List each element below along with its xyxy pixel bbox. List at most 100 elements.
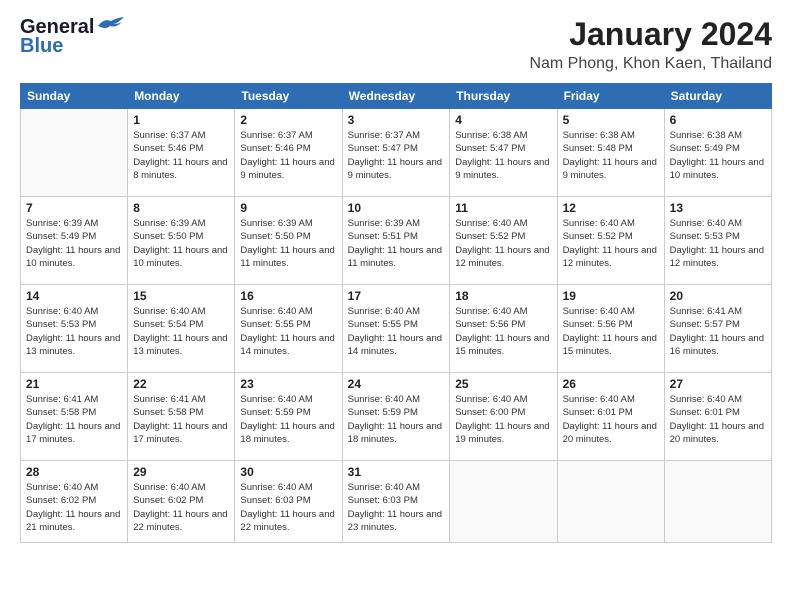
day-info: Sunrise: 6:38 AMSunset: 5:48 PMDaylight:… (563, 129, 659, 182)
daylight-text: Daylight: 11 hours and 21 minutes. (26, 509, 120, 533)
day-number: 7 (26, 201, 122, 215)
day-info: Sunrise: 6:41 AMSunset: 5:58 PMDaylight:… (26, 393, 122, 446)
day-info: Sunrise: 6:38 AM Sunset: 5:47 PM Daylight:… (455, 129, 551, 182)
daylight-text: Daylight: 11 hours and 20 minutes. (563, 421, 657, 445)
table-row: 29 Sunrise: 6:40 AMSunset: 6:02 PMDayligh… (128, 461, 235, 543)
sunset-text: Sunset: 5:47 PM (455, 143, 525, 154)
sunset-text: Sunset: 5:48 PM (563, 143, 633, 154)
sunrise-text: Sunrise: 6:40 AM (670, 218, 742, 229)
table-row: 2Sunrise: 6:37 AMSunset: 5:46 PMDaylight… (235, 109, 342, 197)
sunrise-text: Sunrise: 6:40 AM (455, 394, 527, 405)
day-info: Sunrise: 6:40 AMSunset: 6:00 PMDaylight:… (455, 393, 551, 446)
daylight-text: Daylight: 11 hours and 15 minutes. (455, 333, 549, 357)
table-row: 24Sunrise: 6:40 AMSunset: 5:59 PMDayligh… (342, 373, 450, 461)
sunrise-text: Sunrise: 6:39 AM (133, 218, 205, 229)
sunset-text: Sunset: 6:01 PM (670, 407, 740, 418)
location: Nam Phong, Khon Kaen, Thailand (529, 55, 772, 73)
sunrise-text: Sunrise: 6:40 AM (133, 482, 205, 493)
day-number: 11 (455, 201, 551, 215)
day-info: Sunrise: 6:40 AMSunset: 6:02 PMDaylight:… (133, 481, 229, 534)
daylight-text: Daylight: 11 hours and 11 minutes. (348, 245, 442, 269)
daylight-text: Daylight: 11 hours and 20 minutes. (670, 421, 764, 445)
day-number: 25 (455, 377, 551, 391)
day-number: 30 (240, 465, 336, 479)
daylight-text: Daylight: 11 hours and 18 minutes. (348, 421, 442, 445)
daylight-text: Daylight: 11 hours and 14 minutes. (240, 333, 334, 357)
calendar-week-1: 1 Sunrise: 6:37 AM Sunset: 5:46 PM Daylight… (21, 109, 772, 197)
daylight-text: Daylight: 11 hours and 9 minutes. (455, 157, 549, 181)
day-number: 9 (240, 201, 336, 215)
day-number: 1 (133, 113, 229, 127)
sunset-text: Sunset: 5:50 PM (240, 231, 310, 242)
day-number: 15 (133, 289, 229, 303)
sunset-text: Sunset: 6:02 PM (26, 495, 96, 506)
daylight-text: Daylight: 11 hours and 9 minutes. (348, 157, 442, 181)
sunset-text: Sunset: 5:46 PM (133, 143, 203, 154)
sunrise-text: Sunrise: 6:38 AM (563, 130, 635, 141)
sunrise-text: Sunrise: 6:41 AM (670, 306, 742, 317)
col-wednesday: Wednesday (342, 84, 450, 109)
sunrise-text: Sunrise: 6:40 AM (563, 306, 635, 317)
day-number: 27 (670, 377, 766, 391)
col-saturday: Saturday (664, 84, 771, 109)
logo-bird-icon (96, 16, 126, 34)
daylight-text: Daylight: 11 hours and 12 minutes. (455, 245, 549, 269)
daylight-text: Daylight: 11 hours and 12 minutes. (670, 245, 764, 269)
day-info: Sunrise: 6:40 AM Sunset: 5:53 PM Daylight:… (26, 305, 122, 358)
daylight-text: Daylight: 11 hours and 11 minutes. (240, 245, 334, 269)
day-info: Sunrise: 6:40 AMSunset: 6:01 PMDaylight:… (563, 393, 659, 446)
sunrise-text: Sunrise: 6:37 AM (133, 130, 205, 141)
day-number: 4 (455, 113, 551, 127)
table-row: 14 Sunrise: 6:40 AM Sunset: 5:53 PM Dayligh… (21, 285, 128, 373)
sunset-text: Sunset: 5:47 PM (348, 143, 418, 154)
sunset-text: Sunset: 5:52 PM (563, 231, 633, 242)
sunset-text: Sunset: 5:49 PM (26, 231, 96, 242)
daylight-text: Daylight: 11 hours and 9 minutes. (240, 157, 334, 181)
calendar-week-2: 7 Sunrise: 6:39 AM Sunset: 5:49 PM Daylight… (21, 197, 772, 285)
daylight-text: Daylight: 11 hours and 10 minutes. (133, 245, 227, 269)
table-row: 27Sunrise: 6:40 AMSunset: 6:01 PMDayligh… (664, 373, 771, 461)
day-number: 16 (240, 289, 336, 303)
day-info: Sunrise: 6:40 AMSunset: 5:55 PMDaylight:… (348, 305, 445, 358)
sunrise-text: Sunrise: 6:39 AM (26, 218, 98, 229)
day-info: Sunrise: 6:40 AMSunset: 5:52 PMDaylight:… (563, 217, 659, 270)
day-info: Sunrise: 6:41 AMSunset: 5:58 PMDaylight:… (133, 393, 229, 446)
sunset-text: Sunset: 6:00 PM (455, 407, 525, 418)
sunset-text: Sunset: 5:53 PM (26, 319, 96, 330)
sunset-text: Sunset: 5:46 PM (240, 143, 310, 154)
sunrise-text: Sunrise: 6:40 AM (563, 218, 635, 229)
daylight-text: Daylight: 11 hours and 13 minutes. (26, 333, 120, 357)
sunrise-text: Sunrise: 6:38 AM (455, 130, 527, 141)
day-number: 21 (26, 377, 122, 391)
sunrise-text: Sunrise: 6:40 AM (26, 306, 98, 317)
day-info: Sunrise: 6:40 AMSunset: 5:56 PMDaylight:… (563, 305, 659, 358)
header: General Blue January 2024 Nam Phong, Kho… (20, 16, 772, 73)
table-row (557, 461, 664, 543)
table-row: 8Sunrise: 6:39 AMSunset: 5:50 PMDaylight… (128, 197, 235, 285)
sunrise-text: Sunrise: 6:40 AM (455, 218, 527, 229)
calendar-table: Sunday Monday Tuesday Wednesday Thursday… (20, 83, 772, 543)
table-row: 25Sunrise: 6:40 AMSunset: 6:00 PMDayligh… (450, 373, 557, 461)
day-number: 29 (133, 465, 229, 479)
table-row: 11 Sunrise: 6:40 AM Sunset: 5:52 PM Dayligh… (450, 197, 557, 285)
sunrise-text: Sunrise: 6:40 AM (26, 482, 98, 493)
day-info: Sunrise: 6:40 AMSunset: 5:55 PMDaylight:… (240, 305, 336, 358)
day-number: 31 (348, 465, 445, 479)
daylight-text: Daylight: 11 hours and 14 minutes. (348, 333, 442, 357)
sunset-text: Sunset: 5:52 PM (455, 231, 525, 242)
sunset-text: Sunset: 5:51 PM (348, 231, 418, 242)
col-monday: Monday (128, 84, 235, 109)
sunrise-text: Sunrise: 6:40 AM (348, 394, 420, 405)
day-info: Sunrise: 6:40 AMSunset: 5:59 PMDaylight:… (240, 393, 336, 446)
logo: General Blue (20, 16, 126, 58)
day-number: 2 (240, 113, 336, 127)
table-row: 9Sunrise: 6:39 AMSunset: 5:50 PMDaylight… (235, 197, 342, 285)
day-info: Sunrise: 6:37 AM Sunset: 5:46 PM Daylight:… (133, 129, 229, 182)
day-info: Sunrise: 6:40 AMSunset: 6:03 PMDaylight:… (348, 481, 445, 534)
table-row (450, 461, 557, 543)
day-info: Sunrise: 6:41 AMSunset: 5:57 PMDaylight:… (670, 305, 766, 358)
daylight-text: Daylight: 11 hours and 8 minutes. (133, 157, 227, 181)
day-info: Sunrise: 6:40 AMSunset: 6:03 PMDaylight:… (240, 481, 336, 534)
day-number: 14 (26, 289, 122, 303)
day-number: 10 (348, 201, 445, 215)
